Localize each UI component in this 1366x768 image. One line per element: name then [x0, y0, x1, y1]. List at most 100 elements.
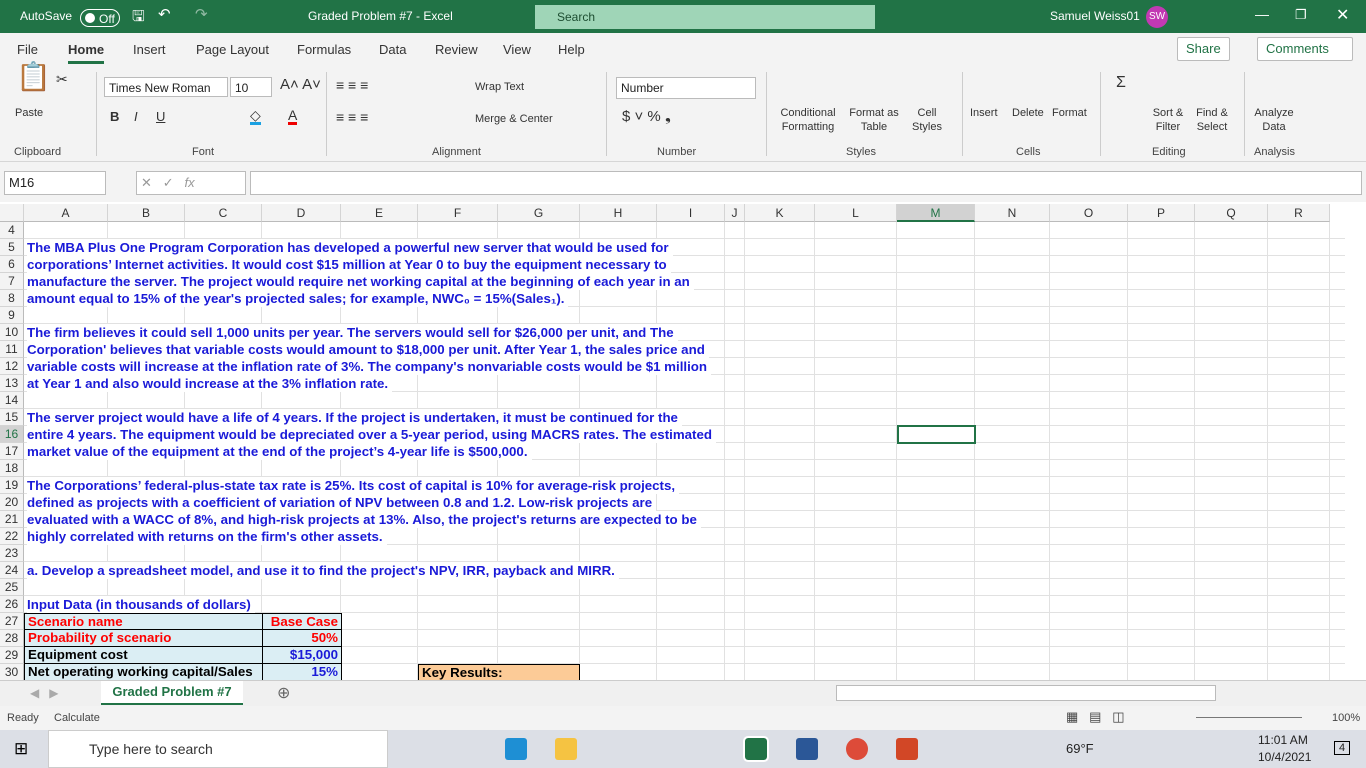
row-header-28[interactable]: 28	[0, 630, 24, 647]
sort-filter-button[interactable]: Sort & Filter	[1146, 106, 1190, 134]
row-header-19[interactable]: 19	[0, 477, 24, 494]
worksheet-grid[interactable]: A B C D E F G H I J K L M N O P Q R 4 5 6 7 8 9 10 11 12 13 14 15 16 17…	[0, 204, 1345, 680]
chrome-icon[interactable]	[846, 738, 868, 760]
comments-button[interactable]: Comments	[1257, 37, 1353, 61]
tab-page-layout[interactable]: Page Layout	[196, 42, 269, 57]
status-calculate[interactable]: Calculate	[54, 712, 100, 724]
tab-data[interactable]: Data	[379, 42, 406, 57]
input-value[interactable]: 50%	[262, 630, 342, 647]
column-header-p[interactable]: P	[1128, 204, 1195, 222]
fill-color-icon[interactable]: ◇	[250, 108, 261, 125]
paste-button[interactable]: Paste	[15, 106, 43, 120]
row-header-10[interactable]: 10	[0, 324, 24, 341]
powerpoint-icon[interactable]	[896, 738, 918, 760]
undo-icon[interactable]: ↶	[158, 5, 171, 23]
column-header-e[interactable]: E	[341, 204, 418, 222]
autosum-icon[interactable]: Σ	[1116, 75, 1126, 91]
paste-icon[interactable]: 📋	[16, 63, 51, 91]
row-header-30[interactable]: 30	[0, 664, 24, 680]
delete-cells-button[interactable]: Delete	[1012, 106, 1044, 120]
align-left-icon[interactable]: ≡ ≡ ≡	[336, 110, 368, 124]
avatar[interactable]: SW	[1146, 6, 1168, 28]
search-box[interactable]: Search	[535, 5, 875, 29]
number-format-select[interactable]: Number	[616, 77, 756, 99]
column-header-k[interactable]: K	[745, 204, 815, 222]
column-header-d[interactable]: D	[262, 204, 341, 222]
column-header-n[interactable]: N	[975, 204, 1050, 222]
add-sheet-icon[interactable]: ⊕	[277, 683, 290, 703]
word-icon[interactable]	[796, 738, 818, 760]
minimize-icon[interactable]: —	[1255, 6, 1269, 22]
font-name-select[interactable]: Times New Roman	[104, 77, 228, 97]
tab-formulas[interactable]: Formulas	[297, 42, 351, 57]
column-header-l[interactable]: L	[815, 204, 897, 222]
cut-icon[interactable]: ✂	[56, 72, 68, 86]
fx-icon[interactable]: fx	[184, 175, 194, 190]
format-cells-button[interactable]: Format	[1052, 106, 1087, 120]
merge-center-button[interactable]: Merge & Center	[475, 112, 553, 126]
tab-view[interactable]: View	[503, 42, 531, 57]
row-header-14[interactable]: 14	[0, 392, 24, 409]
column-header-f[interactable]: F	[418, 204, 498, 222]
column-header-o[interactable]: O	[1050, 204, 1128, 222]
row-header-12[interactable]: 12	[0, 358, 24, 375]
select-all-corner[interactable]	[0, 204, 24, 222]
row-header-5[interactable]: 5	[0, 239, 24, 256]
insert-cells-button[interactable]: Insert	[970, 106, 998, 120]
column-header-b[interactable]: B	[108, 204, 185, 222]
row-header-18[interactable]: 18	[0, 460, 24, 477]
row-header-21[interactable]: 21	[0, 511, 24, 528]
file-explorer-icon[interactable]	[555, 738, 577, 760]
row-header-9[interactable]: 9	[0, 307, 24, 324]
zoom-level[interactable]: 100%	[1332, 712, 1360, 724]
italic-button[interactable]: I	[134, 110, 138, 124]
notification-badge[interactable]: 4	[1334, 741, 1351, 755]
save-icon[interactable]: 🖫	[132, 6, 145, 31]
wrap-text-button[interactable]: Wrap Text	[475, 80, 524, 94]
row-header-17[interactable]: 17	[0, 443, 24, 460]
tab-home[interactable]: Home	[68, 42, 105, 64]
row-header-6[interactable]: 6	[0, 256, 24, 273]
taskbar-search[interactable]: Type here to search	[48, 730, 388, 768]
redo-icon[interactable]: ↷	[195, 5, 208, 23]
share-button[interactable]: Share	[1177, 37, 1230, 61]
conditional-formatting-button[interactable]: Conditional Formatting	[772, 106, 844, 134]
row-header-23[interactable]: 23	[0, 545, 24, 562]
row-header-15[interactable]: 15	[0, 409, 24, 426]
column-header-a[interactable]: A	[24, 204, 108, 222]
underline-button[interactable]: U	[156, 110, 165, 124]
name-box[interactable]: M16	[4, 171, 106, 195]
input-value[interactable]: $15,000	[262, 647, 342, 664]
font-size-select[interactable]: 10	[230, 77, 272, 97]
align-top-icon[interactable]: ≡ ≡ ≡	[336, 78, 368, 92]
excel-icon[interactable]	[743, 736, 769, 762]
row-header-22[interactable]: 22	[0, 528, 24, 545]
row-header-26[interactable]: 26	[0, 596, 24, 613]
sheet-tab-graded-problem-7[interactable]: Graded Problem #7	[101, 681, 243, 705]
edge-icon[interactable]	[505, 738, 527, 760]
currency-icon[interactable]: $ ˅ % ❟	[622, 109, 671, 124]
column-header-r[interactable]: R	[1268, 204, 1330, 222]
column-header-j[interactable]: J	[725, 204, 745, 222]
zoom-slider[interactable]	[1196, 717, 1302, 718]
row-header-8[interactable]: 8	[0, 290, 24, 307]
grow-font-icon[interactable]: A˄ A˅	[280, 77, 321, 92]
scroll-left-icon[interactable]: ◀ ▶	[30, 686, 58, 700]
cell-styles-button[interactable]: Cell Styles	[904, 106, 950, 134]
bold-button[interactable]: B	[110, 110, 119, 124]
analyze-data-button[interactable]: Analyze Data	[1252, 106, 1296, 134]
row-header-11[interactable]: 11	[0, 341, 24, 358]
tab-help[interactable]: Help	[558, 42, 585, 57]
formula-input[interactable]	[250, 171, 1362, 195]
column-header-q[interactable]: Q	[1195, 204, 1268, 222]
restore-icon[interactable]: ❐	[1295, 7, 1307, 23]
format-as-table-button[interactable]: Format as Table	[846, 106, 902, 134]
tab-file[interactable]: File	[17, 42, 38, 57]
autosave-toggle[interactable]: Off	[80, 9, 120, 27]
windows-start-icon[interactable]: ⊞	[14, 739, 28, 759]
column-header-m[interactable]: M	[897, 204, 975, 222]
column-header-g[interactable]: G	[498, 204, 580, 222]
clock-date[interactable]: 10/4/2021	[1258, 750, 1311, 764]
row-header-24[interactable]: 24	[0, 562, 24, 579]
row-header-7[interactable]: 7	[0, 273, 24, 290]
